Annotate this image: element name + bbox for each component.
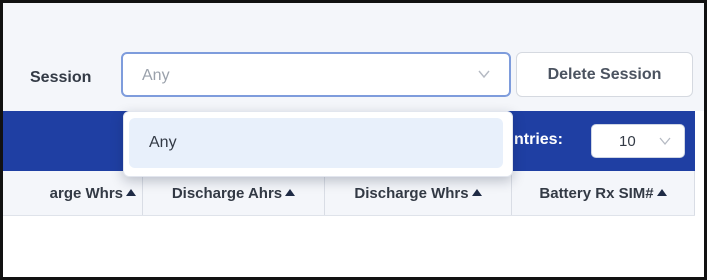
sort-ascending-icon <box>656 188 667 196</box>
chevron-down-icon <box>659 137 671 146</box>
session-label: Session <box>30 69 92 86</box>
column-header-label: arge Whrs <box>49 184 123 202</box>
session-select[interactable]: Any <box>121 52 511 97</box>
session-select-value: Any <box>142 67 170 84</box>
dropdown-option-label: Any <box>149 134 177 151</box>
entries-label: ntries: <box>514 131 563 148</box>
table-body <box>3 216 695 277</box>
table-header: arge Whrs Discharge Ahrs Discharge Whrs … <box>3 171 695 216</box>
sort-ascending-icon <box>285 188 296 196</box>
column-header-charge-whrs[interactable]: arge Whrs <box>3 171 143 215</box>
column-header-battery-rx-sim[interactable]: Battery Rx SIM# <box>512 171 695 215</box>
sort-ascending-icon <box>126 188 136 196</box>
entries-select-value: 10 <box>619 133 636 150</box>
table-edge <box>695 111 704 277</box>
column-header-label: Discharge Whrs <box>354 184 469 202</box>
app-window: Session Any Delete Session ntries: 10 ar… <box>0 0 707 280</box>
column-header-label: Discharge Ahrs <box>171 184 283 202</box>
column-header-discharge-whrs[interactable]: Discharge Whrs <box>325 171 512 215</box>
chevron-down-icon <box>478 70 490 79</box>
column-header-label: Battery Rx SIM# <box>539 184 654 202</box>
entries-per-page-select[interactable]: 10 <box>591 124 685 158</box>
column-header-discharge-ahrs[interactable]: Discharge Ahrs <box>143 171 325 215</box>
delete-session-button[interactable]: Delete Session <box>516 52 693 97</box>
dropdown-option-any[interactable]: Any <box>129 118 503 168</box>
sort-ascending-icon <box>471 188 482 196</box>
session-dropdown-menu: Any <box>123 111 513 177</box>
